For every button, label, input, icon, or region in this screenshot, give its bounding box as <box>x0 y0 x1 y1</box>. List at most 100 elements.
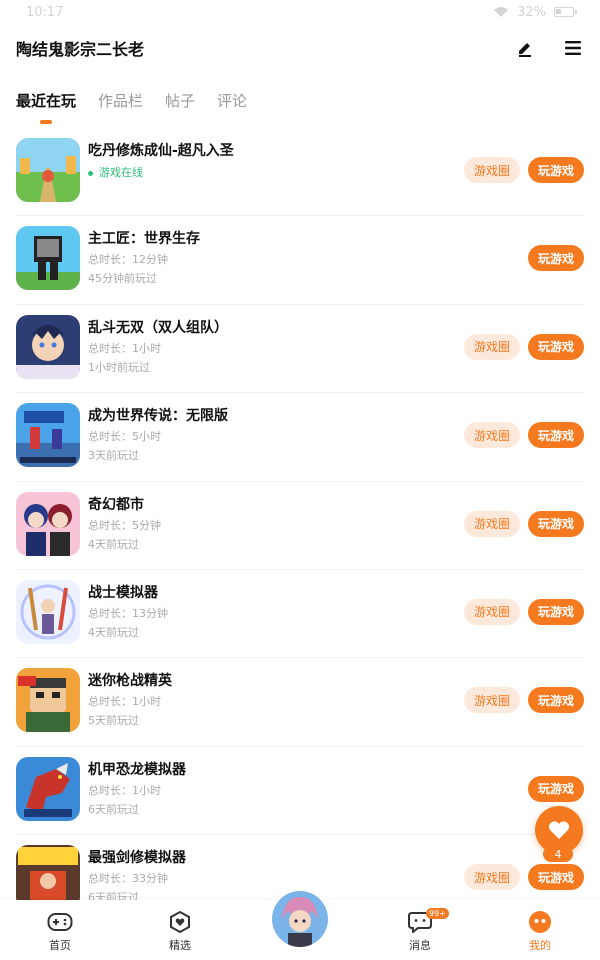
nav-me-label: 我的 <box>529 939 551 952</box>
game-actions: 玩游戏 <box>528 245 584 272</box>
nav-home-label: 首页 <box>49 939 71 952</box>
game-name: 乱斗无双（双人组队） <box>88 319 228 336</box>
play-duration: 总时长：13分钟 <box>88 606 168 620</box>
pencil-icon <box>519 43 531 57</box>
game-actions: 游戏圈 玩游戏 <box>464 598 584 625</box>
last-played: 4天前玩过 <box>88 537 139 551</box>
game-icon <box>16 579 80 644</box>
game-circle-button[interactable]: 游戏圈 <box>464 333 520 360</box>
game-name: 奇幻都市 <box>88 496 144 513</box>
game-name: 吃丹修炼成仙-超凡入圣 <box>88 143 234 159</box>
last-played: 45分钟前玩过 <box>88 272 157 286</box>
battery-text: 32% <box>517 4 546 20</box>
menu-icon <box>565 41 581 55</box>
game-info: 主工匠：世界生存 总时长：12分钟 45分钟前玩过 <box>88 228 200 288</box>
game-circle-button[interactable]: 游戏圈 <box>464 864 520 891</box>
list-item[interactable]: 战士模拟器 总时长：13分钟 4天前玩过 游戏圈 玩游戏 <box>16 570 584 659</box>
nav-messages[interactable]: 99+ 消息 <box>360 900 480 960</box>
play-game-button[interactable]: 玩游戏 <box>528 598 584 625</box>
play-duration: 总时长：33分钟 <box>88 872 168 886</box>
play-game-button[interactable]: 玩游戏 <box>528 157 584 183</box>
game-circle-button[interactable]: 游戏圈 <box>464 598 520 625</box>
game-name: 最强剑修模拟器 <box>88 850 186 867</box>
play-duration: 总时长：1小时 <box>88 341 161 355</box>
game-circle-button[interactable]: 游戏圈 <box>464 687 520 714</box>
game-circle-button[interactable]: 游戏圈 <box>464 157 520 183</box>
play-game-button[interactable]: 玩游戏 <box>528 510 584 537</box>
tab-works[interactable]: 作品栏 <box>98 88 143 124</box>
game-info: 成为世界传说：无限版 总时长：5小时 3天前玩过 <box>88 405 228 465</box>
heart-icon <box>548 821 570 839</box>
status-time: 10:17 <box>26 4 64 20</box>
last-played: 4天前玩过 <box>88 625 139 639</box>
list-item[interactable]: 吃丹修炼成仙-超凡入圣 游戏在线 游戏圈 玩游戏 <box>16 128 584 217</box>
gamepad-icon <box>47 910 73 934</box>
nav-home[interactable]: 首页 <box>0 900 120 960</box>
game-name: 成为世界传说：无限版 <box>88 408 228 425</box>
game-actions: 游戏圈 玩游戏 <box>464 333 584 360</box>
game-info: 战士模拟器 总时长：13分钟 4天前玩过 <box>88 582 168 642</box>
wifi-icon <box>494 7 509 17</box>
game-icon <box>16 756 80 821</box>
list-item[interactable]: 乱斗无双（双人组队） 总时长：1小时 1小时前玩过 游戏圈 玩游戏 <box>16 305 584 394</box>
game-icon <box>16 314 80 379</box>
play-duration: 总时长：12分钟 <box>88 253 168 267</box>
nav-me[interactable]: 我的 <box>480 900 600 960</box>
game-icon <box>16 403 80 468</box>
game-actions: 游戏圈 玩游戏 <box>464 687 584 714</box>
menu-button[interactable] <box>562 37 584 59</box>
online-dot-icon <box>88 170 93 176</box>
play-game-button[interactable]: 玩游戏 <box>528 864 584 891</box>
game-name: 迷你枪战精英 <box>88 673 172 690</box>
last-played: 6天前玩过 <box>88 802 139 816</box>
play-duration: 总时长：1小时 <box>88 695 161 709</box>
game-actions: 游戏圈 玩游戏 <box>464 157 584 183</box>
play-game-button[interactable]: 玩游戏 <box>528 422 584 449</box>
game-icon <box>16 491 80 556</box>
game-icon <box>16 668 80 733</box>
game-info: 迷你枪战精英 总时长：1小时 5天前玩过 <box>88 670 172 730</box>
header: 陶结鬼影宗二长老 <box>0 28 600 68</box>
last-played: 1小时前玩过 <box>88 360 150 374</box>
game-actions: 游戏圈 玩游戏 <box>464 510 584 537</box>
nav-featured-label: 精选 <box>169 939 191 952</box>
list-item[interactable]: 奇幻都市 总时长：5分钟 4天前玩过 游戏圈 玩游戏 <box>16 482 584 570</box>
game-actions: 游戏圈 玩游戏 <box>464 422 584 449</box>
last-played: 5天前玩过 <box>88 714 139 728</box>
game-circle-button[interactable]: 游戏圈 <box>464 422 520 449</box>
game-info: 最强剑修模拟器 总时长：33分钟 6天前玩过 <box>88 847 186 907</box>
tab-posts[interactable]: 帖子 <box>165 88 195 124</box>
game-actions: 玩游戏 <box>528 775 584 802</box>
play-duration: 总时长：5小时 <box>88 430 161 444</box>
play-game-button[interactable]: 玩游戏 <box>528 687 584 714</box>
tab-comments[interactable]: 评论 <box>217 88 247 124</box>
game-icon <box>16 138 80 202</box>
game-info: 机甲恐龙模拟器 总时长：1小时 6天前玩过 <box>88 759 186 819</box>
game-icon <box>16 226 80 291</box>
nav-messages-label: 消息 <box>409 939 431 952</box>
avatar <box>272 891 328 947</box>
header-actions <box>514 37 584 59</box>
last-played: 3天前玩过 <box>88 449 139 463</box>
game-name: 机甲恐龙模拟器 <box>88 761 186 778</box>
game-circle-button[interactable]: 游戏圈 <box>464 510 520 537</box>
play-duration: 总时长：5分钟 <box>88 518 161 532</box>
game-name: 战士模拟器 <box>88 584 158 601</box>
profile-tabs: 最近在玩 作品栏 帖子 评论 <box>0 88 600 124</box>
play-game-button[interactable]: 玩游戏 <box>528 775 584 802</box>
online-text: 游戏在线 <box>99 166 143 179</box>
play-game-button[interactable]: 玩游戏 <box>528 245 584 272</box>
play-game-button[interactable]: 玩游戏 <box>528 333 584 360</box>
status-right: 32% <box>493 4 577 20</box>
list-item[interactable]: 主工匠：世界生存 总时长：12分钟 45分钟前玩过 玩游戏 <box>16 216 584 305</box>
tab-recent[interactable]: 最近在玩 <box>16 88 76 124</box>
list-item[interactable]: 成为世界传说：无限版 总时长：5小时 3天前玩过 游戏圈 玩游戏 <box>16 393 584 482</box>
battery-icon <box>554 7 577 17</box>
face-icon <box>527 910 553 934</box>
list-item[interactable]: 机甲恐龙模拟器 总时长：1小时 6天前玩过 玩游戏 <box>16 747 584 836</box>
nav-featured[interactable]: 精选 <box>120 900 240 960</box>
center-avatar-button[interactable] <box>269 888 331 950</box>
play-duration: 总时长：1小时 <box>88 783 161 797</box>
list-item[interactable]: 迷你枪战精英 总时长：1小时 5天前玩过 游戏圈 玩游戏 <box>16 658 584 747</box>
edit-button[interactable] <box>514 37 536 59</box>
